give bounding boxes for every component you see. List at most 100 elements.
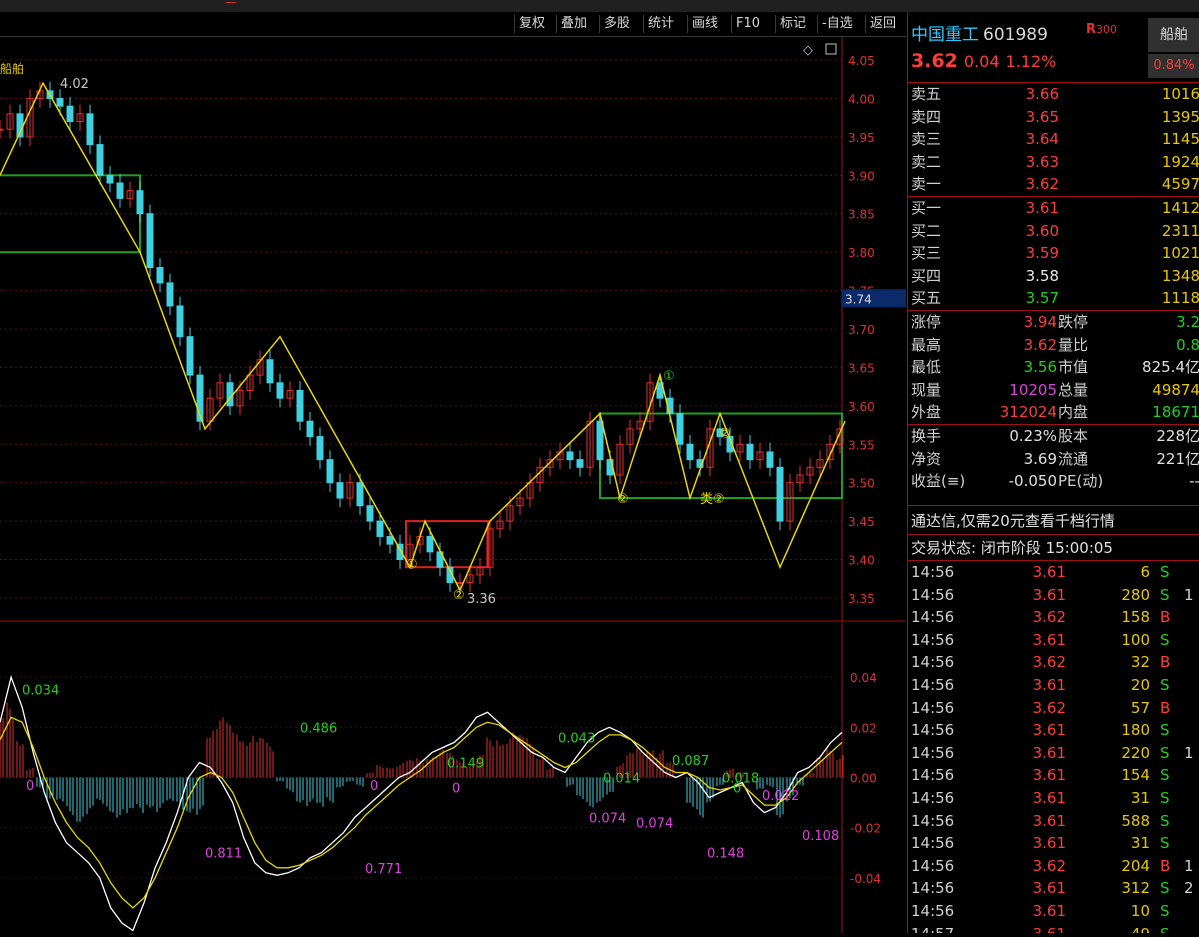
- stock-name[interactable]: 中国重工: [911, 25, 979, 45]
- chart-svg[interactable]: 4.02 3.36 ① ② ② ① ② 类② 4.05 4.00 3.95 3.90 3.85 3.80…: [0, 37, 906, 933]
- tick-row[interactable]: 14:56 3.61 220 S 1: [908, 742, 1199, 765]
- stat-row: 涨停 3.94 跌停 3.2: [908, 311, 1199, 334]
- tick-row[interactable]: 14:57 3.61 49 S: [908, 923, 1199, 934]
- tick-volume: 20: [1130, 675, 1150, 694]
- price-tick-label: 4.05: [848, 54, 875, 68]
- price-bar: [596, 420, 604, 461]
- f10-button[interactable]: F10: [731, 15, 764, 33]
- tick-row[interactable]: 14:56 3.61 31 S: [908, 787, 1199, 810]
- indicator-value-label: 0.014: [603, 772, 640, 787]
- bids-level-label: 买四: [911, 266, 942, 285]
- tick-volume: 31: [1130, 834, 1150, 853]
- stat-row: 净资 3.69 流通 221亿: [908, 448, 1199, 471]
- diamond-icon[interactable]: ◇: [803, 43, 813, 58]
- stat-value: -0.050: [1008, 472, 1057, 491]
- tick-row[interactable]: 14:56 3.62 32 B: [908, 651, 1199, 674]
- price-tick-label: 3.35: [848, 592, 875, 606]
- tick-row[interactable]: 14:56 3.62 158 B: [908, 606, 1199, 629]
- bids-level-label: 买三: [911, 244, 942, 263]
- stat-key: PE(动): [1058, 472, 1104, 491]
- tick-row[interactable]: 14:56 3.62 204 B 1: [908, 855, 1199, 878]
- tick-volume: 312: [1121, 879, 1150, 898]
- tick-row[interactable]: 14:56 3.61 312 S 2: [908, 877, 1199, 900]
- tick-row[interactable]: 14:56 3.61 588 S: [908, 810, 1199, 833]
- tick-count: 1: [1184, 585, 1194, 604]
- tick-row[interactable]: 14:56 3.61 280 S 1: [908, 584, 1199, 607]
- asks-volume: 1145: [1161, 130, 1199, 149]
- asks-row[interactable]: 卖一 3.62 4597: [908, 173, 1199, 196]
- statistics-button[interactable]: 统计: [643, 15, 678, 33]
- restore-right-button[interactable]: 复权: [514, 15, 549, 33]
- pattern-marker: 类②: [700, 492, 725, 507]
- tick-volume: 588: [1121, 811, 1150, 830]
- sector-tag[interactable]: 船舶: [1148, 18, 1199, 52]
- mark-button[interactable]: 标记: [775, 15, 810, 33]
- tick-row[interactable]: 14:56 3.61 20 S: [908, 674, 1199, 697]
- price-bar: [576, 459, 584, 468]
- tick-list[interactable]: 14:56 3.61 6 S 14:56 3.61 280 S 1 14:56 3.62 158 B 14…: [908, 561, 1199, 933]
- draw-line-button[interactable]: 画线: [687, 15, 722, 33]
- price-bar: [96, 144, 104, 176]
- indicator-tick-label: -0.04: [850, 872, 881, 886]
- multi-stock-button[interactable]: 多股: [599, 15, 634, 33]
- stat-value: 0.23%: [1009, 427, 1057, 445]
- bids-volume: 1348: [1161, 266, 1199, 285]
- remove-watchlist-button[interactable]: -自选: [817, 15, 857, 33]
- tick-row[interactable]: 14:56 3.61 154 S: [908, 764, 1199, 787]
- price-bar: [676, 413, 684, 445]
- tick-row[interactable]: 14:56 3.61 180 S: [908, 719, 1199, 742]
- price-bar: [456, 582, 464, 585]
- tick-time: 14:56: [911, 675, 955, 694]
- tick-row[interactable]: 14:56 3.61 31 S: [908, 832, 1199, 855]
- tick-time: 14:56: [911, 630, 955, 649]
- price-bar: [316, 436, 324, 461]
- bids-row[interactable]: 买四 3.58 1348: [908, 265, 1199, 288]
- price-bar: [166, 282, 174, 307]
- chart-area[interactable]: 4.02 3.36 ① ② ② ① ② 类② 4.05 4.00 3.95 3.90 3.85 3.80…: [0, 37, 906, 933]
- asks-price: 3.64: [1025, 130, 1059, 149]
- price-bar: [86, 113, 94, 146]
- overlay-button[interactable]: 叠加: [556, 15, 591, 33]
- stat-key: 内盘: [1058, 403, 1089, 422]
- stat-value: 0.8: [1176, 335, 1199, 354]
- stat-value: 221亿: [1156, 449, 1199, 468]
- asks-row[interactable]: 卖四 3.65 1395: [908, 106, 1199, 129]
- bids-level-label: 买五: [911, 289, 942, 308]
- level2-notice[interactable]: 通达信,仅需20元查看千档行情: [911, 510, 1115, 531]
- stat-row: 收益(≡) -0.050 PE(动) --: [908, 470, 1199, 493]
- bids-row[interactable]: 买三 3.59 1021: [908, 242, 1199, 265]
- indicator-value-label: 0.148: [707, 847, 744, 862]
- stat-key: 最低: [911, 358, 942, 377]
- bids-row[interactable]: 买五 3.57 1118: [908, 287, 1199, 310]
- stat-row: 最高 3.62 量比 0.8: [908, 334, 1199, 357]
- tick-price: 3.61: [1032, 811, 1066, 830]
- asks-row[interactable]: 卖五 3.66 1016: [908, 83, 1199, 106]
- tick-row[interactable]: 14:56 3.61 6 S: [908, 561, 1199, 584]
- bid-book: 买一 3.61 1412 买二 3.60 2311 买三 3.59 1021 买四 3.58 1348…: [908, 197, 1199, 310]
- back-button[interactable]: 返回: [865, 15, 900, 33]
- tick-price: 3.62: [1032, 856, 1066, 875]
- stat-value: 825.4亿: [1142, 358, 1199, 377]
- quote-panel: 中国重工 601989 R300 船舶 3.62 0.04 1.12% 0.84% 卖…: [907, 12, 1199, 933]
- ask-book: 卖五 3.66 1016 卖四 3.65 1395 卖三 3.64 1145 卖二 3.63 1924…: [908, 83, 1199, 196]
- tick-row[interactable]: 14:56 3.61 10 S: [908, 900, 1199, 923]
- tick-price: 3.61: [1032, 721, 1066, 740]
- tick-row[interactable]: 14:56 3.62 57 B: [908, 697, 1199, 720]
- price-tick-label: 3.70: [848, 323, 875, 337]
- asks-row[interactable]: 卖二 3.63 1924: [908, 151, 1199, 174]
- stat-row: 外盘 312024 内盘 18671: [908, 401, 1199, 424]
- stat-row: 换手 0.23% 股本 228亿: [908, 425, 1199, 448]
- stat-key: 涨停: [911, 313, 942, 331]
- bids-row[interactable]: 买二 3.60 2311: [908, 220, 1199, 243]
- stat-key: 外盘: [911, 403, 942, 422]
- tick-row[interactable]: 14:56 3.61 100 S: [908, 629, 1199, 652]
- bids-row[interactable]: 买一 3.61 1412: [908, 197, 1199, 220]
- price-bar: [366, 505, 374, 522]
- tick-direction: B: [1160, 608, 1171, 627]
- tick-time: 14:56: [911, 721, 955, 740]
- asks-row[interactable]: 卖三 3.64 1145: [908, 128, 1199, 151]
- tick-direction: B: [1160, 653, 1171, 672]
- tick-volume: 204: [1121, 856, 1150, 875]
- price-bar: [686, 443, 694, 461]
- stat-value: 312024: [999, 403, 1057, 422]
